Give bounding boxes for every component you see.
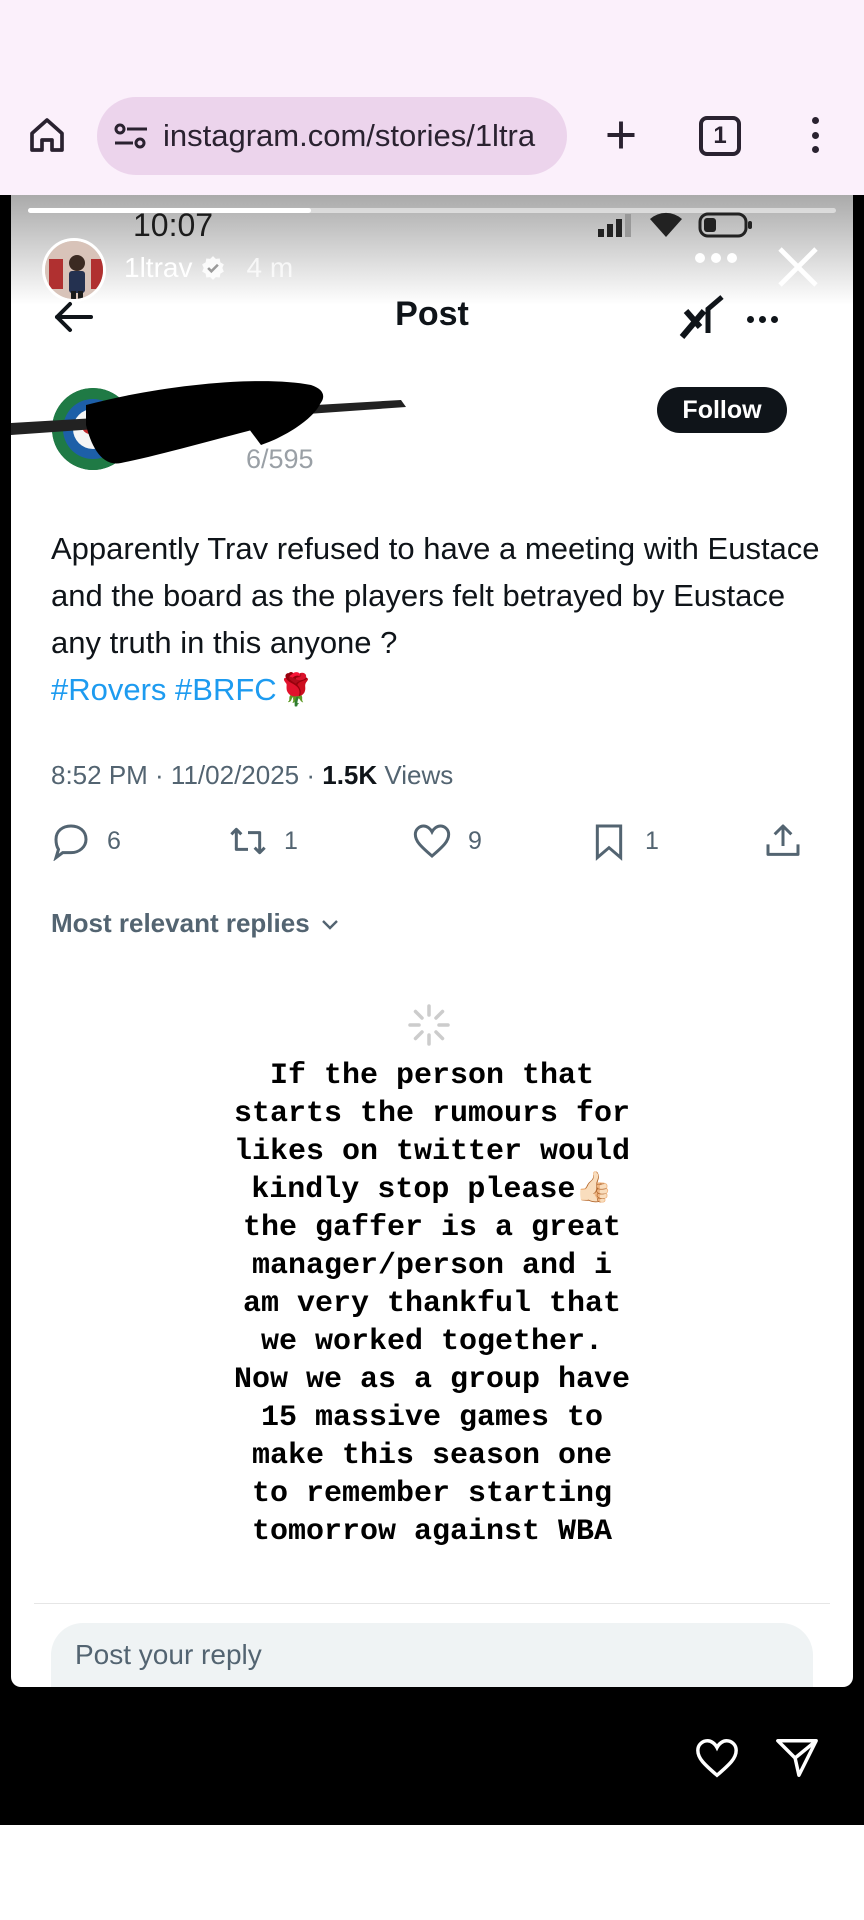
more-vert-icon[interactable] [800,112,830,158]
story-username: 1ltrav [124,252,193,283]
post-time-date: 8:52 PM · 11/02/2025 · [51,760,323,790]
close-icon[interactable] [774,243,822,291]
reply-placeholder: Post your reply [75,1639,262,1670]
reply-count: 6 [107,826,121,855]
post-body: Apparently Trav refused to have a meetin… [51,525,821,713]
story-overlay-text: If the person that starts the rumours fo… [233,1059,631,1549]
views-count: 1.5K [322,760,378,790]
grok-icon[interactable] [678,293,726,341]
follow-button[interactable]: Follow [657,387,787,433]
heart-icon[interactable] [692,1735,742,1781]
send-icon[interactable] [773,1735,821,1781]
post-header-title: Post [395,295,469,333]
story-card[interactable]: 10:07 1ltrav 4 m Post 6/595 Follow Appar… [11,195,853,1687]
story-user[interactable]: 1ltrav 4 m [124,252,293,284]
repost-count: 1 [284,826,298,855]
story-avatar[interactable] [42,238,106,302]
plus-icon [607,121,635,149]
story-age: 4 m [246,252,294,283]
rose-emoji: 🌹 [276,672,316,707]
post-actions: 6 1 9 1 [51,821,821,867]
share-action[interactable] [763,821,803,861]
replies-sort-label: Most relevant replies [51,908,310,938]
replies-sort-dropdown[interactable]: Most relevant replies [51,908,342,939]
repost-action[interactable]: 1 [228,821,298,861]
story-more-icon[interactable] [695,253,737,263]
views-label: Views [377,760,454,790]
post-hashtags[interactable]: #Rovers #BRFC [51,672,277,707]
home-icon [30,118,64,152]
like-count: 9 [468,826,482,855]
tabs-button[interactable]: 1 [699,116,741,156]
reply-icon [53,824,88,861]
home-button[interactable] [24,112,70,158]
page-bottom [0,1825,864,1920]
browser-toolbar: instagram.com/stories/1ltra 1 [0,0,864,195]
verified-icon [202,256,225,280]
address-bar[interactable]: instagram.com/stories/1ltra [97,97,567,175]
tab-count: 1 [713,122,727,149]
phone-time: 10:07 [133,207,214,243]
signal-icon [598,214,631,237]
chevron-down-icon [321,919,338,930]
share-icon [766,824,800,856]
partial-handle: 6/595 [246,444,314,474]
bookmark-count: 1 [645,826,659,855]
wifi-icon [650,212,682,237]
bookmark-icon [595,824,623,861]
like-icon [413,824,451,858]
post-text: Apparently Trav refused to have a meetin… [51,531,820,660]
post-more-icon[interactable] [747,316,778,323]
battery-icon [698,212,752,238]
redaction-scribble: 6/595 [11,381,406,474]
url-text: instagram.com/stories/1ltra [163,118,536,153]
reply-action[interactable]: 6 [51,821,121,861]
divider [34,1603,830,1604]
post-meta: 8:52 PM · 11/02/2025 · 1.5K Views [51,760,453,791]
reply-input[interactable]: Post your reply [51,1623,813,1687]
repost-icon [230,827,266,855]
bookmark-action[interactable]: 1 [589,821,659,861]
like-action[interactable]: 9 [412,821,482,861]
story-viewer: 10:07 1ltrav 4 m Post 6/595 Follow Appar… [0,195,864,1825]
site-settings-icon[interactable] [113,121,149,151]
spinner-icon [408,1004,450,1046]
phone-status-icons [596,211,754,239]
new-tab-button[interactable] [598,112,644,158]
